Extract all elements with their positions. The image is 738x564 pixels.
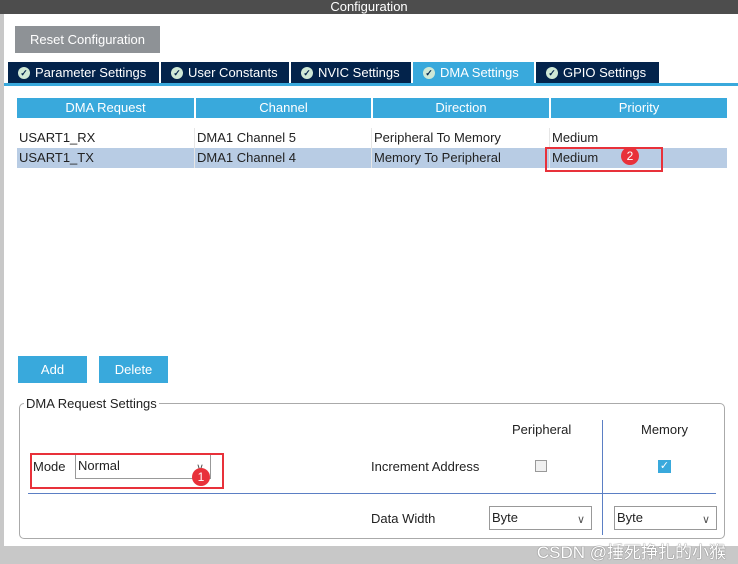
watermark: CSDN @捶死挣扎的小猴 (536, 543, 726, 562)
check-circle-icon: ✓ (18, 66, 30, 79)
memory-header: Memory (641, 422, 688, 437)
cell-direction: Memory To Peripheral (371, 148, 549, 168)
cell-direction: Peripheral To Memory (371, 128, 549, 148)
chevron-down-icon: ∨ (701, 514, 710, 526)
check-circle-icon: ✓ (423, 66, 435, 79)
column-header-channel[interactable]: Channel (196, 98, 371, 118)
cell-dma-request: USART1_RX (19, 130, 96, 145)
tab-label: GPIO Settings (563, 65, 647, 80)
annotation-badge-2: 2 (621, 147, 639, 165)
annotation-badge-1: 1 (192, 468, 210, 486)
tab-nvic-settings[interactable]: ✓ NVIC Settings (291, 62, 411, 83)
peripheral-data-width-select[interactable]: Byte ∨ (489, 506, 592, 530)
tab-label: User Constants (188, 65, 278, 80)
data-width-label: Data Width (371, 511, 436, 526)
check-circle-icon: ✓ (546, 66, 558, 79)
column-header-priority[interactable]: Priority (551, 98, 727, 118)
column-divider (602, 420, 603, 535)
cell-channel: DMA1 Channel 5 (194, 128, 371, 148)
window-title: Configuration (0, 0, 738, 14)
tab-underline (4, 83, 738, 86)
table-row[interactable]: USART1_RX DMA1 Channel 5 Peripheral To M… (17, 128, 727, 148)
cell-priority: Medium (549, 128, 727, 148)
reset-configuration-button[interactable]: Reset Configuration (15, 26, 160, 53)
increment-address-label: Increment Address (371, 459, 480, 474)
memory-data-width-select[interactable]: Byte ∨ (614, 506, 717, 530)
row-divider (28, 493, 716, 494)
peripheral-header: Peripheral (512, 422, 572, 437)
tab-label: DMA Settings (440, 65, 519, 80)
cell-channel: DMA1 Channel 4 (194, 148, 371, 168)
check-circle-icon: ✓ (171, 66, 183, 79)
tab-gpio-settings[interactable]: ✓ GPIO Settings (536, 62, 659, 83)
select-value: Byte (492, 510, 519, 525)
select-value: Byte (617, 510, 644, 525)
chevron-down-icon: ∨ (576, 514, 585, 526)
tab-parameter-settings[interactable]: ✓ Parameter Settings (8, 62, 159, 83)
check-circle-icon: ✓ (301, 66, 313, 79)
memory-increment-checkbox[interactable]: ✓ (658, 460, 671, 473)
add-button[interactable]: Add (18, 356, 87, 383)
group-legend: DMA Request Settings (24, 396, 159, 411)
column-header-dma-request[interactable]: DMA Request (17, 98, 194, 118)
annotation-highlight-box (545, 147, 663, 172)
tab-label: NVIC Settings (318, 65, 400, 80)
cell-dma-request: USART1_TX (19, 150, 94, 165)
tab-label: Parameter Settings (35, 65, 147, 80)
peripheral-increment-checkbox[interactable] (535, 460, 547, 472)
column-header-direction[interactable]: Direction (373, 98, 549, 118)
tab-user-constants[interactable]: ✓ User Constants (161, 62, 289, 83)
tab-dma-settings[interactable]: ✓ DMA Settings (413, 62, 534, 83)
delete-button[interactable]: Delete (99, 356, 168, 383)
